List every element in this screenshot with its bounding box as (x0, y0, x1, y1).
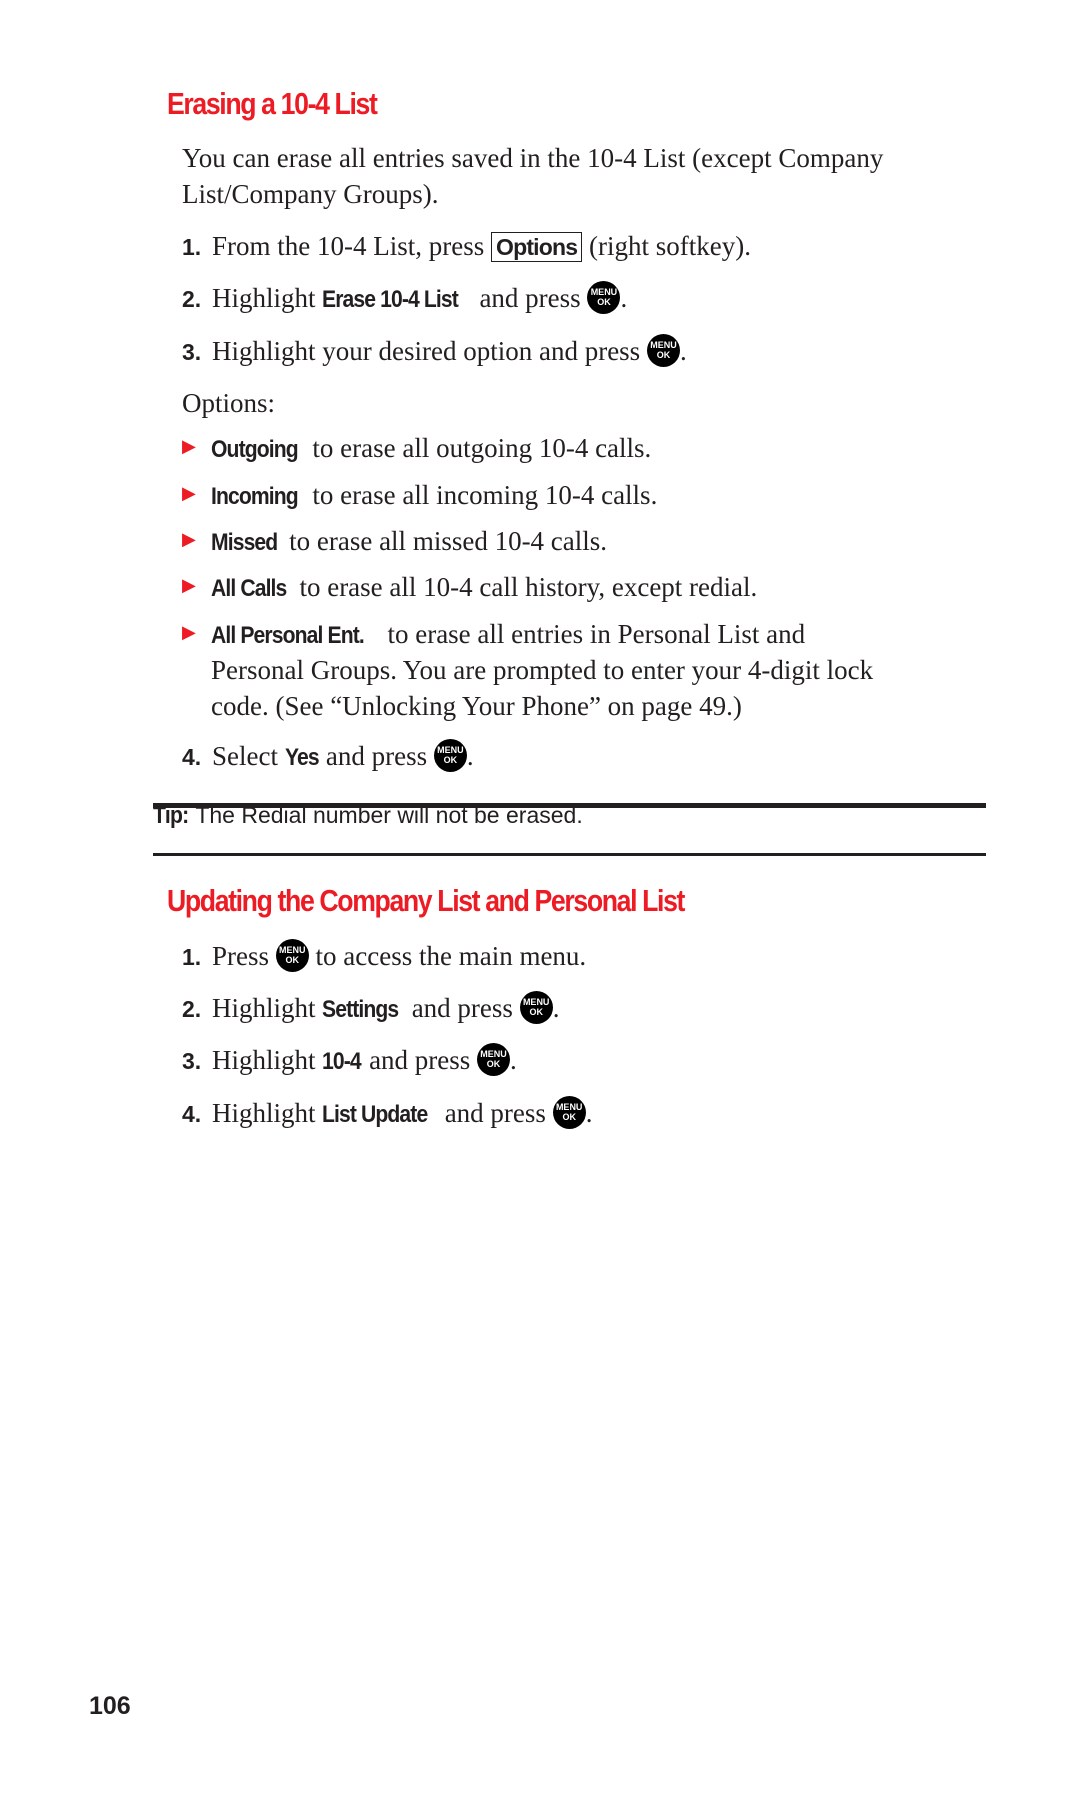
menu-ok-key-icon: MENU OK (275, 939, 309, 973)
step-number: 3. (182, 1048, 202, 1074)
triangle-bullet-icon: ▶ (182, 529, 196, 550)
step-3: 3. Highlight 10-4 and press MENU OK. (182, 1043, 517, 1077)
section-heading-erasing: Erasing a 10-4 List (167, 86, 378, 121)
bold-term: All Personal Ent. (211, 622, 365, 649)
menu-ok-key-icon: MENU OK (477, 1043, 511, 1077)
tip-note: Tip: The Redial number will not be erase… (153, 802, 583, 829)
options-softkey: Options (490, 232, 583, 262)
step-2: 2. Highlight Erase 10-4 List and press ME… (182, 281, 628, 315)
bold-term: Outgoing (211, 436, 299, 463)
section-heading-updating: Updating the Company List and Personal L… (167, 883, 685, 918)
step-3: 3. Highlight your desired option and pres… (182, 334, 687, 368)
option-outgoing: Outgoing to erase all outgoing 10-4 call… (211, 433, 652, 463)
bold-term: Incoming (211, 483, 299, 510)
bold-term: Yes (284, 744, 320, 771)
bold-term: Erase 10-4 List (322, 286, 459, 313)
triangle-bullet-icon: ▶ (182, 436, 196, 457)
tip-bottom-rule (153, 853, 986, 856)
bold-term: List Update (322, 1101, 428, 1128)
option-all-personal: All Personal Ent. to erase all entries i… (211, 619, 806, 649)
option-missed: Missed to erase all missed 10-4 calls. (211, 526, 608, 556)
step-number: 1. (182, 234, 202, 260)
step-number: 4. (182, 744, 202, 770)
option-incoming: Incoming to erase all incoming 10-4 call… (211, 480, 658, 510)
step-1: 1. Press MENU OK to access the main menu. (182, 939, 587, 973)
menu-ok-key-icon: MENU OK (646, 334, 680, 368)
step-number: 4. (182, 1101, 202, 1127)
step-number: 2. (182, 286, 202, 312)
menu-ok-key-icon: MENU OK (519, 991, 553, 1025)
step-number: 3. (182, 339, 202, 365)
bold-term: Settings (322, 996, 399, 1023)
triangle-bullet-icon: ▶ (182, 483, 196, 504)
menu-ok-key-icon: MENU OK (587, 281, 621, 315)
options-label: Options: (182, 388, 276, 418)
option-all-calls: All Calls to erase all 10-4 call history… (211, 572, 758, 602)
step-2: 2. Highlight Settings and press MENU OK. (182, 991, 560, 1025)
intro-text-line1: You can erase all entries saved in the 1… (182, 143, 884, 173)
intro-text-line2: List/Company Groups). (182, 179, 439, 209)
bold-term: All Calls (211, 575, 287, 602)
page-number: 106 (89, 1692, 131, 1720)
option-all-personal-line2: Personal Groups. You are prompted to ent… (211, 655, 874, 685)
step-number: 2. (182, 996, 202, 1022)
menu-ok-key-icon: MENU OK (433, 739, 467, 773)
step-1: 1. From the 10-4 List, press Options (rig… (182, 231, 751, 262)
bold-term: Missed (211, 529, 278, 556)
bold-term: 10-4 (322, 1048, 362, 1075)
triangle-bullet-icon: ▶ (182, 622, 196, 643)
tip-label: Tip: (153, 802, 189, 829)
step-number: 1. (182, 944, 202, 970)
step-4: 4. Highlight List Update and press MENU OK… (182, 1096, 593, 1130)
step-4: 4. Select Yes and press MENU OK. (182, 739, 474, 773)
triangle-bullet-icon: ▶ (182, 575, 196, 596)
menu-ok-key-icon: MENU OK (552, 1096, 586, 1130)
option-all-personal-line3: code. (See “Unlocking Your Phone” on pag… (211, 691, 742, 721)
